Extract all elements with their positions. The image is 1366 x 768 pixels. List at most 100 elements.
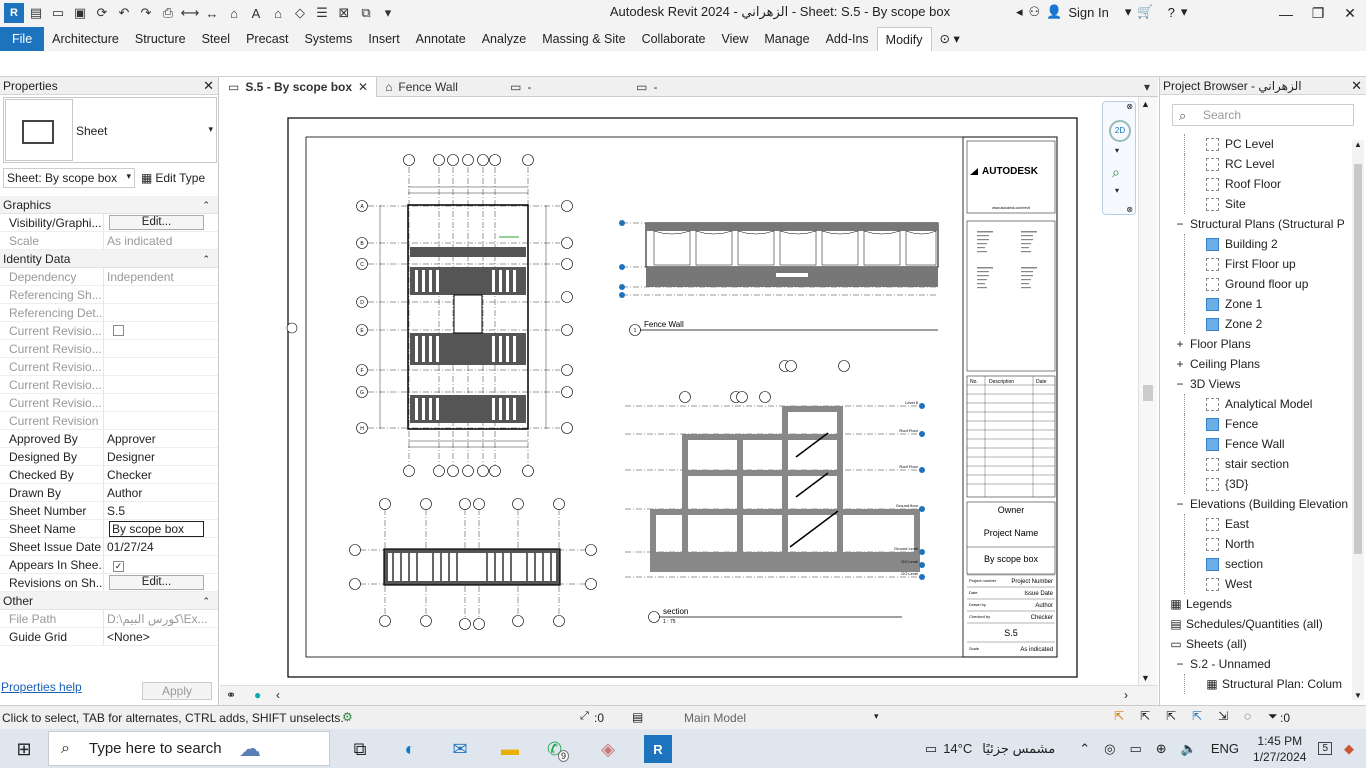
tab-sheet-s5[interactable]: ▭ S.5 - By scope box ✕: [220, 77, 378, 97]
tab-massing-site[interactable]: Massing & Site: [534, 27, 633, 51]
tab-fence-wall[interactable]: ⌂ Fence Wall: [377, 77, 502, 97]
tab-structure[interactable]: Structure: [127, 27, 194, 51]
browser-item[interactable]: Zone 2: [1170, 314, 1352, 334]
close-icon[interactable]: ✕: [1334, 0, 1366, 27]
visibility-edit-button[interactable]: Edit...: [109, 215, 204, 230]
zoom-icon[interactable]: ⌕: [1112, 164, 1120, 181]
browser-item[interactable]: First Floor up: [1170, 254, 1352, 274]
sync-icon[interactable]: ⟳: [92, 3, 112, 23]
browser-item[interactable]: Zone 1: [1170, 294, 1352, 314]
tab-manage[interactable]: Manage: [756, 27, 817, 51]
windows-start-icon[interactable]: ⊞: [10, 735, 38, 763]
scroll-thumb[interactable]: [1143, 385, 1153, 401]
design-options-icon[interactable]: ▤: [632, 710, 643, 724]
browser-item[interactable]: West: [1170, 574, 1352, 594]
expand-icon[interactable]: +: [1174, 354, 1186, 374]
sign-in-link[interactable]: Sign In: [1068, 5, 1108, 20]
open-icon[interactable]: ▭: [48, 3, 68, 23]
3d-view-icon[interactable]: ⌂: [268, 3, 288, 23]
browser-item[interactable]: Ground floor up: [1170, 274, 1352, 294]
browser-item[interactable]: Analytical Model: [1170, 394, 1352, 414]
type-selector[interactable]: Sheet ▾: [3, 97, 217, 163]
select-underlay-icon[interactable]: ⇱: [1140, 709, 1150, 723]
tab-sheet-4[interactable]: ▭ -: [628, 77, 754, 97]
browser-item[interactable]: −3D Views: [1170, 374, 1352, 394]
chevron-up-icon[interactable]: ⌃: [1079, 741, 1090, 757]
browser-item[interactable]: Fence Wall: [1170, 434, 1352, 454]
browser-item[interactable]: Building 2: [1170, 234, 1352, 254]
active-model[interactable]: Main Model: [684, 711, 746, 725]
taskbar-search[interactable]: ⌕ Type here to search ☁: [48, 731, 330, 766]
revisions-edit-button[interactable]: Edit...: [109, 575, 204, 590]
edge-icon[interactable]: ◐: [396, 735, 424, 763]
browser-item[interactable]: stair section: [1170, 454, 1352, 474]
tab-add-ins[interactable]: Add-Ins: [818, 27, 877, 51]
tab-analyze[interactable]: Analyze: [474, 27, 534, 51]
file-explorer-icon[interactable]: ▬: [496, 735, 524, 763]
meet-now-icon[interactable]: ◎: [1104, 741, 1115, 757]
collapse-icon[interactable]: −: [1174, 654, 1186, 674]
scroll-up-icon[interactable]: ▲: [1141, 99, 1150, 109]
binoculars-icon[interactable]: ⚇: [1029, 4, 1041, 20]
checked-by-field[interactable]: Checker: [103, 466, 218, 483]
collapse-icon[interactable]: −: [1174, 494, 1186, 514]
battery-icon[interactable]: ▭: [1129, 741, 1141, 757]
browser-search-input[interactable]: ⌕ Search: [1172, 104, 1354, 126]
help-icon[interactable]: ?: [1168, 5, 1175, 20]
vertical-scrollbar[interactable]: ▲ ▼: [1138, 97, 1157, 685]
browser-scrollbar[interactable]: ▲ ▼: [1352, 140, 1364, 700]
select-by-face-icon[interactable]: ⇱: [1192, 709, 1202, 723]
guide-grid-field[interactable]: <None>: [103, 628, 218, 645]
restore-icon[interactable]: ❐: [1302, 0, 1334, 27]
sheet-number-field[interactable]: S.5: [103, 502, 218, 519]
select-pinned-icon[interactable]: ⇱: [1166, 709, 1176, 723]
redo-icon[interactable]: ↷: [136, 3, 156, 23]
scroll-thumb[interactable]: [1354, 164, 1362, 554]
browser-item[interactable]: Site: [1170, 194, 1352, 214]
close-icon[interactable]: ⊗: [1126, 102, 1133, 111]
chevron-down-icon[interactable]: ▾: [1115, 186, 1119, 195]
mail-icon[interactable]: ✉: [446, 735, 474, 763]
browser-item[interactable]: PC Level: [1170, 134, 1352, 154]
browser-item[interactable]: − Elevations (Building Elevation: [1170, 494, 1352, 514]
group-graphics[interactable]: Graphics ⌃: [0, 196, 218, 214]
task-view-icon[interactable]: ⧉: [346, 735, 374, 763]
browser-item[interactable]: ▦ Structural Plan: Colum: [1170, 674, 1352, 694]
switch-windows-icon[interactable]: ⧉: [356, 3, 376, 23]
browser-item[interactable]: + Ceiling Plans: [1170, 354, 1352, 374]
revit-taskbar-icon[interactable]: R: [644, 735, 672, 763]
collapse-icon[interactable]: −: [1174, 374, 1186, 394]
close-icon[interactable]: ✕: [1351, 77, 1362, 95]
apply-button[interactable]: Apply: [142, 682, 212, 700]
revit-app-icon[interactable]: R: [4, 3, 24, 23]
collapse-icon[interactable]: −: [1174, 214, 1186, 234]
chevron-down-icon[interactable]: ▾: [874, 711, 879, 722]
undo-icon[interactable]: ↶: [114, 3, 134, 23]
properties-help-link[interactable]: Properties help: [1, 680, 82, 694]
group-identity-data[interactable]: Identity Data ⌃: [0, 250, 218, 268]
volume-icon[interactable]: 🔈: [1181, 741, 1197, 757]
arrow-left-icon[interactable]: ◂: [1016, 4, 1023, 20]
browser-item[interactable]: ▭ Sheets (all): [1170, 634, 1352, 654]
expand-icon[interactable]: +: [1174, 334, 1186, 354]
drag-on-selection-icon[interactable]: ⇲: [1218, 709, 1228, 723]
light-bulb-icon[interactable]: ●: [254, 688, 261, 702]
tag-icon[interactable]: ⌂: [224, 3, 244, 23]
close-hidden-icon[interactable]: ⊠: [334, 3, 354, 23]
tab-steel[interactable]: Steel: [194, 27, 239, 51]
chevron-down-icon[interactable]: ▾: [1125, 4, 1132, 20]
tab-annotate[interactable]: Annotate: [408, 27, 474, 51]
weather-icon[interactable]: ▭: [925, 741, 937, 757]
chevron-down-icon[interactable]: ▾: [1181, 4, 1188, 20]
issue-date-field[interactable]: 01/27/24: [103, 538, 218, 555]
chevron-down-icon[interactable]: ▾: [1115, 146, 1119, 155]
tab-collaborate[interactable]: Collaborate: [634, 27, 714, 51]
drawn-by-field[interactable]: Author: [103, 484, 218, 501]
browser-item[interactable]: ▦ Legends: [1170, 594, 1352, 614]
close-icon[interactable]: ✕: [203, 77, 214, 95]
whatsapp-icon[interactable]: ✆ 9: [544, 735, 572, 763]
weather-temp[interactable]: 14°C: [943, 741, 972, 756]
browser-item[interactable]: North: [1170, 534, 1352, 554]
cart-icon[interactable]: 🛒: [1137, 4, 1153, 20]
tab-dropdown-icon[interactable]: ▾: [1136, 77, 1158, 97]
